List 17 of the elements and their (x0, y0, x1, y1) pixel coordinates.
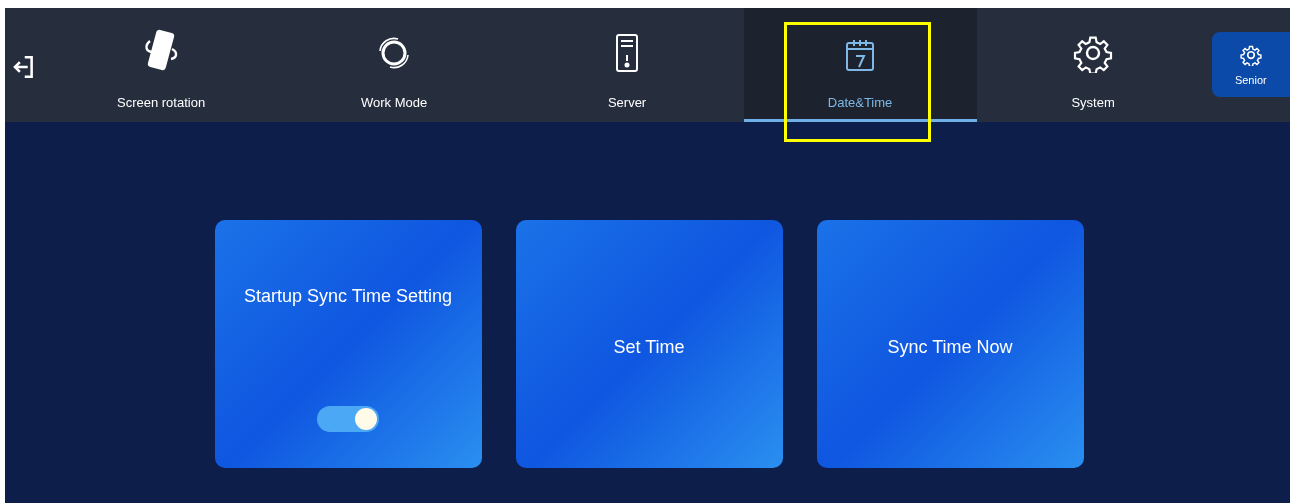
tab[interactable]: Work Mode (277, 8, 511, 122)
setting-card[interactable]: Set Time (515, 220, 783, 468)
toggle-switch[interactable] (317, 406, 379, 432)
gear-icon (1239, 43, 1262, 66)
exit-icon[interactable] (13, 54, 35, 80)
card-label: Set Time (613, 335, 685, 358)
card-label: Startup Sync Time Setting (243, 286, 453, 307)
setting-card[interactable]: Sync Time Now (816, 220, 1084, 468)
server-icon (614, 33, 641, 73)
setting-card[interactable]: Startup Sync Time Setting (214, 220, 482, 468)
card-label: Sync Time Now (887, 335, 1013, 358)
senior-button[interactable]: Senior (1211, 32, 1290, 97)
tab[interactable]: Server (510, 8, 744, 122)
calendar-icon (844, 37, 877, 73)
tab[interactable]: System (976, 8, 1210, 122)
tab[interactable]: Screen rotation (44, 8, 278, 122)
tab[interactable]: Date&Time (743, 8, 977, 122)
